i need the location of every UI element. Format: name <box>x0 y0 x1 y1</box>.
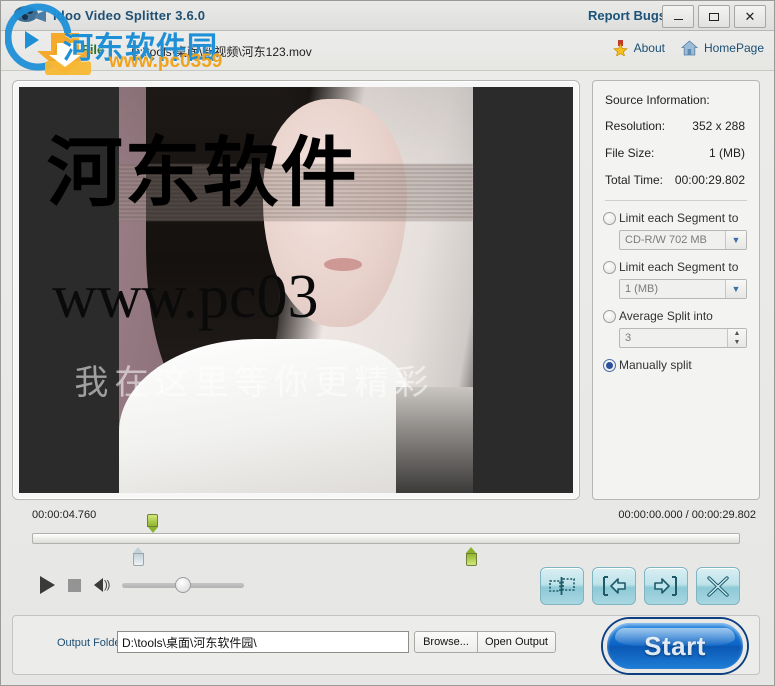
radio-icon <box>603 260 616 274</box>
volume-icon[interactable]: )) <box>94 578 110 592</box>
radio-limit-segment-disc[interactable]: Limit each Segment to <box>603 211 749 225</box>
radio-icon <box>603 309 616 323</box>
toolbar: Add File . D:\tools\桌面\新视频\河东123.mov Abo… <box>1 31 774 71</box>
arrow-to-start-icon <box>603 576 626 596</box>
add-file-button[interactable]: Add File . <box>53 42 112 57</box>
radio-icon-selected <box>603 358 616 372</box>
video-surface[interactable]: 河东软件 www.pc03 我在这里等你更精彩 <box>19 87 573 493</box>
star-medal-icon <box>612 40 628 56</box>
spinner-up-icon[interactable]: ▲ <box>728 329 746 338</box>
spinner-value: 3 <box>625 332 632 344</box>
combo-value: CD-R/W 702 MB <box>625 234 707 246</box>
info-value-filesize: 1 (MB) <box>709 146 745 160</box>
homepage-button[interactable]: HomePage <box>680 40 764 56</box>
panel-divider <box>605 200 747 201</box>
timeline-start-marker[interactable] <box>133 547 145 566</box>
combo-disc-size[interactable]: CD-R/W 702 MB ▼ <box>619 230 747 250</box>
option-average-split: Average Split into 3 ▲ ▼ <box>603 309 749 348</box>
split-segment-button[interactable] <box>540 567 584 605</box>
radio-average-split[interactable]: Average Split into <box>603 309 749 323</box>
timeline-playhead[interactable] <box>147 514 159 533</box>
title-bar: idoo Video Splitter 3.6.0 Report Bugs ✕ <box>1 1 774 31</box>
timeline-current-time: 00:00:04.760 <box>32 509 97 521</box>
open-output-button[interactable]: Open Output <box>477 631 556 653</box>
current-file-path: D:\tools\桌面\新视频\河东123.mov <box>131 45 312 59</box>
info-row-totaltime: Total Time: 00:00:29.802 <box>605 173 749 187</box>
spinner-average-count[interactable]: 3 ▲ ▼ <box>619 328 747 348</box>
radio-limit-segment-size[interactable]: Limit each Segment to <box>603 260 749 274</box>
footer-bar: Output Folder: Browse... Open Output Sta… <box>12 615 760 675</box>
start-button-label: Start <box>644 630 706 661</box>
arrow-to-end-icon <box>654 576 677 596</box>
spinner-down-icon[interactable]: ▼ <box>728 338 746 347</box>
source-info-title: Source Information: <box>605 93 710 107</box>
output-folder-input[interactable] <box>117 631 409 653</box>
close-button[interactable]: ✕ <box>734 5 766 28</box>
delete-segment-button[interactable] <box>696 567 740 605</box>
video-preview-panel[interactable]: 河东软件 www.pc03 我在这里等你更精彩 <box>12 80 580 500</box>
option-limit-segment-disc: Limit each Segment to CD-R/W 702 MB ▼ <box>603 211 749 250</box>
chevron-down-icon: ▼ <box>725 231 746 249</box>
video-watermark-url: www.pc03 <box>52 262 319 331</box>
chevron-down-icon: ▼ <box>725 280 746 298</box>
about-button[interactable]: About <box>612 40 665 56</box>
video-watermark-title: 河东软件 <box>46 131 359 216</box>
homepage-label: HomePage <box>703 41 764 55</box>
set-start-marker-button[interactable] <box>592 567 636 605</box>
playback-controls: )) <box>40 576 245 594</box>
info-key-resolution: Resolution: <box>605 119 666 133</box>
home-icon <box>680 40 698 56</box>
timeline-end-marker[interactable] <box>465 547 477 566</box>
app-logo-icon <box>14 6 46 22</box>
stop-button[interactable] <box>68 578 81 592</box>
volume-slider[interactable] <box>122 576 245 593</box>
radio-manually-split[interactable]: Manually split <box>603 358 749 372</box>
option-label: Manually split <box>619 358 692 372</box>
info-key-totaltime: Total Time: <box>605 173 664 187</box>
report-bugs-link[interactable]: Report Bugs <box>588 8 666 23</box>
start-button[interactable]: Start <box>603 619 747 673</box>
info-value-resolution: 352 x 288 <box>692 119 745 133</box>
option-label: Limit each Segment to <box>619 211 739 225</box>
option-label: Average Split into <box>619 309 713 323</box>
video-watermark-ghost: 我在这里等你更精彩 <box>74 363 435 402</box>
maximize-button[interactable] <box>698 5 730 28</box>
play-button[interactable] <box>40 576 55 594</box>
combo-value: 1 (MB) <box>625 283 658 295</box>
timeline-track[interactable] <box>32 533 740 544</box>
about-label: About <box>633 41 665 55</box>
set-end-marker-button[interactable] <box>644 567 688 605</box>
combo-segment-size[interactable]: 1 (MB) ▼ <box>619 279 747 299</box>
option-limit-segment-size: Limit each Segment to 1 (MB) ▼ <box>603 260 749 299</box>
window-title: idoo Video Splitter 3.6.0 <box>53 8 206 23</box>
info-value-totaltime: 00:00:29.802 <box>674 173 745 187</box>
browse-button[interactable]: Browse... <box>414 631 478 653</box>
info-row-filesize: File Size: 1 (MB) <box>605 146 749 160</box>
info-row-resolution: Resolution: 352 x 288 <box>605 119 749 133</box>
spinner-buttons[interactable]: ▲ ▼ <box>727 329 746 347</box>
transport-area: 00:00:04.760 00:00:00.000 / 00:00:29.802… <box>12 506 760 611</box>
option-label: Limit each Segment to <box>619 260 739 274</box>
split-icon <box>549 577 575 595</box>
info-key-filesize: File Size: <box>605 146 655 160</box>
segment-toolbuttons <box>540 567 740 605</box>
minimize-button[interactable] <box>662 5 694 28</box>
radio-icon <box>603 211 616 225</box>
option-manually-split: Manually split <box>603 358 749 372</box>
app-window: idoo Video Splitter 3.6.0 Report Bugs ✕ … <box>0 0 775 686</box>
volume-slider-knob[interactable] <box>175 576 192 593</box>
cross-delete-icon <box>707 575 729 597</box>
window-buttons: ✕ <box>662 5 766 28</box>
timeline-position-total: 00:00:00.000 / 00:00:29.802 <box>618 509 756 521</box>
source-info-panel: Source Information: Resolution: 352 x 28… <box>592 80 760 500</box>
